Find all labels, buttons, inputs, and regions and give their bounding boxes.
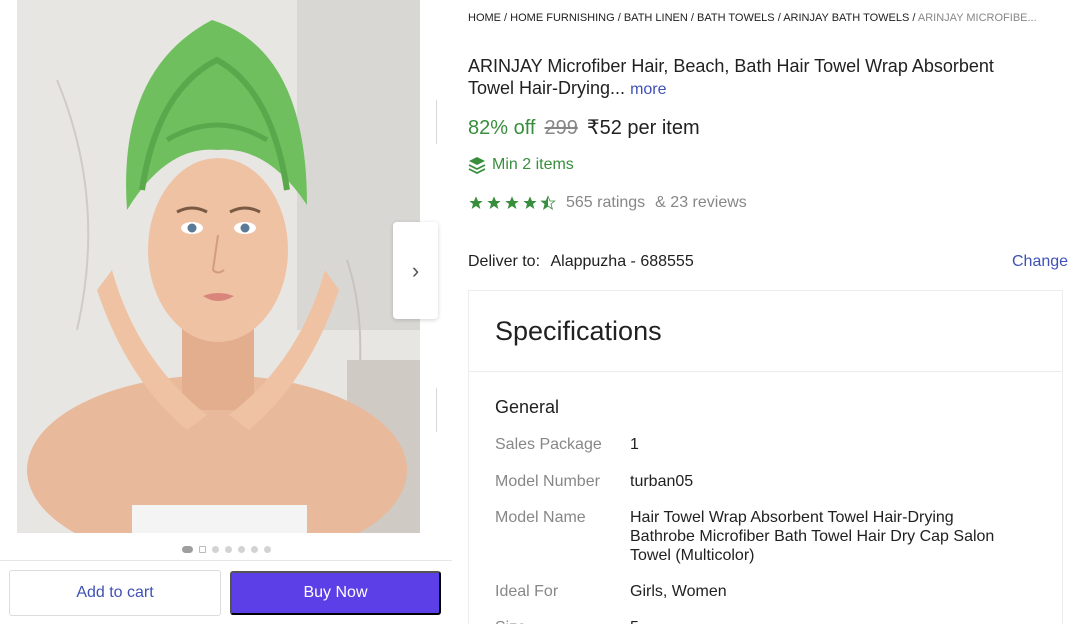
rating-stars	[468, 195, 556, 211]
carousel-dot[interactable]	[250, 546, 258, 553]
price-row: 82% off 299 ₹52 per item	[468, 115, 700, 140]
star-icon	[469, 196, 483, 209]
spec-row: Model Name Hair Towel Wrap Absorbent Tow…	[495, 508, 1055, 565]
carousel-dot[interactable]	[211, 546, 219, 553]
thumb-divider	[436, 388, 437, 432]
more-link[interactable]: more	[630, 81, 666, 98]
spec-value: turban05	[630, 473, 694, 490]
product-gallery: › Add to cart Buy Now	[0, 0, 452, 624]
half-star-icon	[540, 195, 556, 210]
carousel-dot[interactable]	[181, 546, 193, 553]
specifications-heading: Specifications	[469, 291, 1062, 372]
product-image[interactable]	[17, 0, 420, 533]
deliver-location: Alappuzha - 688555	[550, 253, 694, 270]
spec-row: Sales Package 1	[495, 435, 1055, 454]
spec-row: Size 5	[495, 618, 1055, 624]
selling-price: ₹52 per item	[586, 117, 700, 139]
min-items-text: Min 2 items	[492, 156, 574, 173]
breadcrumb-item[interactable]: HOME FURNISHING	[510, 12, 615, 24]
spec-row: Model Number turban05	[495, 472, 1055, 491]
thumb-divider	[436, 100, 437, 144]
breadcrumb-item[interactable]: BATH TOWELS	[697, 12, 775, 24]
star-icon	[505, 196, 519, 209]
discount-label: 82% off	[468, 117, 536, 139]
chevron-right-icon: ›	[411, 257, 420, 283]
layers-icon	[468, 157, 486, 174]
woman-with-towel-illustration	[17, 0, 420, 533]
delivery-info: Deliver to: Alappuzha - 688555	[468, 253, 694, 271]
spec-value: 1	[630, 436, 639, 453]
carousel-dot[interactable]	[237, 546, 245, 553]
breadcrumb-item[interactable]: HOME	[468, 12, 501, 24]
spec-value: Hair Towel Wrap Absorbent Towel Hair-Dry…	[630, 509, 995, 564]
product-title-text: ARINJAY Microfiber Hair, Beach, Bath Hai…	[468, 56, 994, 98]
reviews-count: & 23 reviews	[655, 194, 747, 211]
spec-key: Ideal For	[495, 583, 559, 600]
rating-row[interactable]: 565 ratings & 23 reviews	[468, 194, 747, 212]
breadcrumb: HOME / HOME FURNISHING / BATH LINEN / BA…	[468, 12, 1037, 24]
breadcrumb-item[interactable]: BATH LINEN	[624, 12, 688, 24]
buy-now-button[interactable]: Buy Now	[230, 571, 441, 615]
ratings-count: 565 ratings	[566, 194, 646, 211]
specifications-card: Specifications General Sales Package 1 M…	[468, 290, 1063, 624]
deliver-label: Deliver to:	[468, 253, 541, 270]
carousel-dot[interactable]	[224, 546, 232, 553]
star-icon	[523, 196, 537, 209]
spec-group-title: General	[495, 397, 560, 417]
spec-value: 5	[630, 618, 1020, 624]
star-icon	[487, 196, 501, 209]
spec-key: Size	[495, 618, 630, 624]
add-to-cart-button[interactable]: Add to cart	[9, 570, 221, 616]
next-image-button[interactable]: ›	[393, 222, 438, 319]
spec-key: Model Name	[495, 509, 586, 526]
action-divider	[0, 560, 452, 561]
mrp-price: 299	[544, 117, 578, 139]
spec-key: Sales Package	[495, 436, 602, 453]
breadcrumb-item[interactable]: ARINJAY BATH TOWELS	[783, 12, 909, 24]
min-items-badge: Min 2 items	[468, 156, 574, 174]
breadcrumb-current: ARINJAY MICROFIBE...	[917, 12, 1037, 24]
change-location-link[interactable]: Change	[1012, 253, 1068, 271]
carousel-dot[interactable]	[263, 546, 271, 553]
carousel-dots	[0, 546, 452, 553]
spec-key: Model Number	[495, 473, 600, 490]
spec-value: Girls, Women	[630, 583, 727, 600]
spec-row: Ideal For Girls, Women	[495, 582, 1055, 601]
product-title: ARINJAY Microfiber Hair, Beach, Bath Hai…	[468, 55, 1038, 101]
carousel-dot[interactable]	[198, 546, 206, 553]
